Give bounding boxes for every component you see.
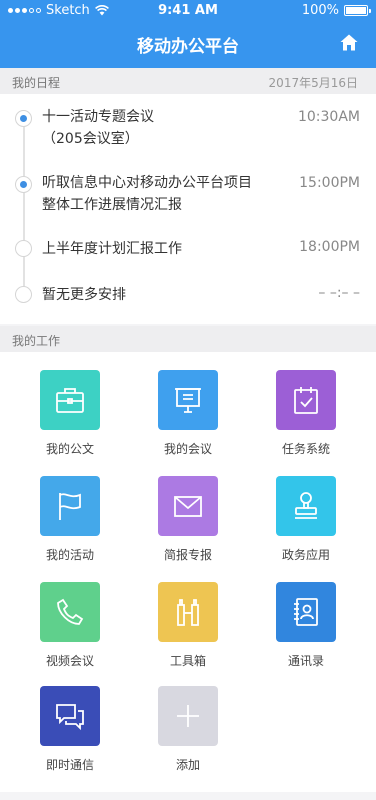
schedule-item-subtitle: （205会议室） <box>42 131 139 147</box>
app-tile <box>158 582 218 642</box>
schedule-item-title: 十一活动专题会议 <box>42 109 154 125</box>
schedule-date: 2017年5月16日 <box>268 76 358 90</box>
home-icon[interactable] <box>340 34 358 51</box>
schedule-item-title: 暂无更多安排 <box>42 287 126 303</box>
app-video-conference[interactable]: 视频会议 <box>10 582 130 669</box>
app-government[interactable]: 政务应用 <box>246 476 366 563</box>
app-my-activities[interactable]: 我的活动 <box>10 476 130 563</box>
app-tile <box>40 370 100 430</box>
timeline-dot-icon <box>15 240 32 257</box>
timeline-line <box>23 118 25 288</box>
battery-percent: 100% <box>301 3 339 18</box>
add-app-button[interactable]: 添加 <box>128 686 248 773</box>
chat-icon <box>56 704 84 731</box>
app-label: 视频会议 <box>45 654 94 668</box>
app-tile <box>276 476 336 536</box>
schedule-timeline: 十一活动专题会议 （205会议室） 10:30AM 听取信息中心对移动办公平台项… <box>0 94 376 324</box>
app-label: 政务应用 <box>281 548 330 562</box>
app-label: 工具箱 <box>169 654 206 668</box>
app-label: 我的活动 <box>45 548 94 562</box>
app-tile <box>40 582 100 642</box>
presentation-icon <box>175 388 201 413</box>
stamp-icon <box>295 492 317 519</box>
work-header: 我的工作 <box>0 326 376 352</box>
app-briefings[interactable]: 简报专报 <box>128 476 248 563</box>
app-tile <box>276 582 336 642</box>
schedule-item-time: 15:00PM <box>299 175 360 191</box>
app-label: 我的公文 <box>45 442 94 456</box>
schedule-item-time: – –:– – <box>318 285 360 301</box>
schedule-header: 我的日程 2017年5月16日 <box>0 68 376 94</box>
schedule-section-label: 我的日程 <box>12 76 61 90</box>
app-grid: 我的公文 我的会议 任务系统 我的活动 简报专报 政务应用 视频会议 工具箱 通… <box>0 352 376 792</box>
app-toolbox[interactable]: 工具箱 <box>128 582 248 669</box>
toolbox-icon <box>177 599 199 626</box>
app-label: 即时通信 <box>45 758 94 772</box>
flag-icon <box>59 493 81 520</box>
app-task-system[interactable]: 任务系统 <box>246 370 366 457</box>
app-label: 我的会议 <box>163 442 212 456</box>
app-my-documents[interactable]: 我的公文 <box>10 370 130 457</box>
top-bar: Sketch 9:41 AM 100% 移动办公平台 <box>0 0 376 68</box>
status-bar: Sketch 9:41 AM 100% <box>0 0 376 22</box>
schedule-item-time: 18:00PM <box>299 239 360 255</box>
app-instant-messaging[interactable]: 即时通信 <box>10 686 130 773</box>
app-tile <box>158 686 218 746</box>
schedule-item-time: 10:30AM <box>297 109 360 125</box>
timeline-dot-active-icon <box>15 176 32 193</box>
app-label: 简报专报 <box>163 548 212 562</box>
app-contacts[interactable]: 通讯录 <box>246 582 366 669</box>
timeline-dot-icon <box>15 286 32 303</box>
phone-icon <box>57 598 84 625</box>
app-tile <box>158 476 218 536</box>
battery-icon <box>344 5 371 16</box>
schedule-item-title: 上半年度计划汇报工作 <box>42 241 182 257</box>
contacts-icon <box>294 598 318 626</box>
app-tile <box>158 370 218 430</box>
schedule-item-subtitle: 整体工作进展情况汇报 <box>42 197 182 213</box>
briefcase-icon <box>56 388 84 413</box>
plus-icon <box>177 705 199 727</box>
app-tile <box>40 476 100 536</box>
app-tile <box>40 686 100 746</box>
app-my-meetings[interactable]: 我的会议 <box>128 370 248 457</box>
app-label: 通讯录 <box>287 654 324 668</box>
timeline-dot-active-icon <box>15 110 32 127</box>
work-section-label: 我的工作 <box>12 334 61 348</box>
task-check-icon <box>294 387 318 414</box>
app-tile <box>276 370 336 430</box>
app-label: 任务系统 <box>281 442 330 456</box>
page-title: 移动办公平台 <box>137 37 239 57</box>
schedule-item-title: 听取信息中心对移动办公平台项目 <box>42 175 252 191</box>
app-label: 添加 <box>175 758 200 772</box>
envelope-icon <box>174 496 202 517</box>
